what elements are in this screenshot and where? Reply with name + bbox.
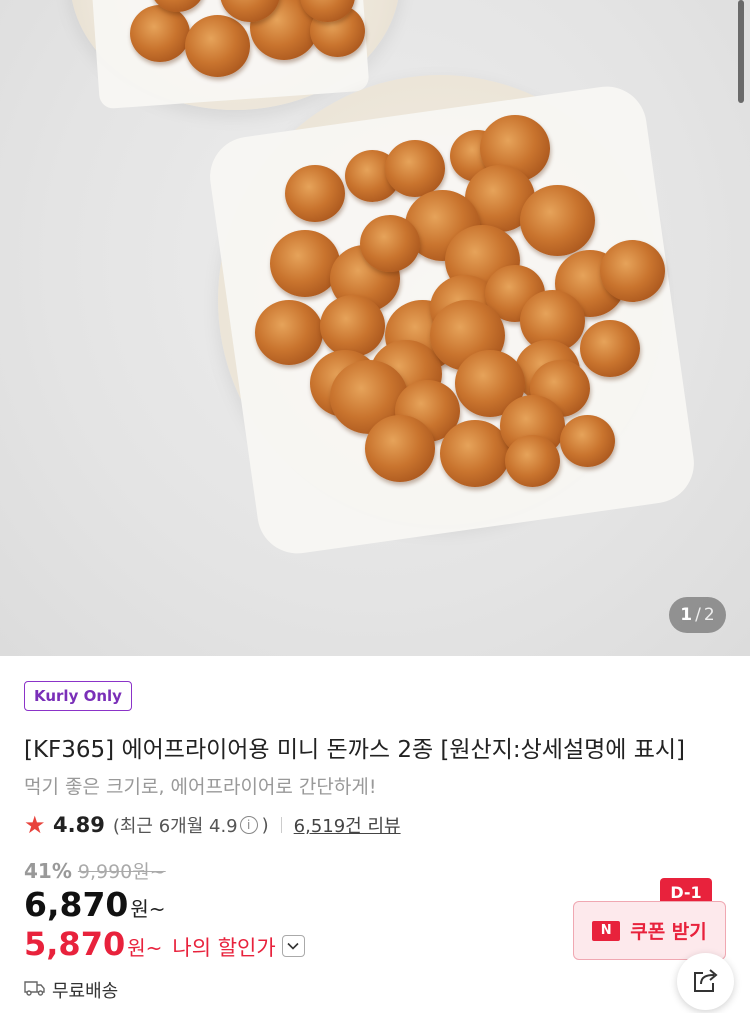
pager-total: 2 — [703, 605, 715, 625]
nugget-decor — [580, 320, 640, 377]
recent-rating-close: ) — [261, 814, 269, 836]
my-price-row[interactable]: 5,870 원~ 나의 할인가 — [24, 925, 305, 963]
nugget-decor — [385, 140, 445, 197]
product-subtitle: 먹기 좋은 크기로, 에어프라이어로 간단하게! — [24, 776, 377, 798]
nugget-decor — [130, 5, 190, 62]
rating-score: 4.89 — [53, 813, 105, 837]
kurly-only-badge: Kurly Only — [24, 681, 132, 711]
current-price: 6,870 — [24, 885, 129, 924]
review-count-link[interactable]: 6,519건 리뷰 — [294, 812, 401, 838]
product-image[interactable]: 1 / 2 — [0, 0, 750, 656]
shipping-label: 무료배송 — [52, 981, 119, 1002]
product-title: [KF365] 에어프라이어용 미니 돈까스 2종 [원산지:상세설명에 표시] — [24, 737, 686, 763]
nugget-decor — [560, 415, 615, 468]
truck-icon — [24, 980, 46, 1001]
nugget-decor — [520, 185, 595, 257]
divider — [280, 817, 282, 833]
my-price-unit: 원~ — [127, 936, 163, 960]
nugget-decor — [285, 165, 345, 222]
rating-row: ★ 4.89 (최근 6개월 4.9 i ) 6,519건 리뷰 — [24, 811, 401, 839]
nugget-decor — [360, 215, 420, 272]
original-price: 9,990원~ — [77, 861, 166, 883]
recent-rating-text: (최근 6개월 4.9 — [112, 816, 238, 837]
share-button[interactable] — [677, 953, 734, 1010]
naver-logo-icon: N — [592, 920, 621, 941]
scrollbar[interactable] — [738, 0, 744, 103]
nugget-decor — [255, 300, 323, 365]
nugget-decor — [600, 240, 665, 302]
share-icon — [692, 967, 720, 997]
nugget-decor — [505, 435, 560, 488]
nugget-decor — [185, 15, 250, 77]
star-icon: ★ — [24, 811, 46, 839]
coupon-label: 쿠폰 받기 — [630, 921, 707, 943]
discount-row: 41% 9,990원~ — [24, 857, 166, 884]
discount-rate: 41% — [24, 859, 72, 883]
pager-current: 1 — [680, 605, 693, 625]
info-icon[interactable]: i — [239, 816, 258, 834]
nugget-decor — [320, 295, 385, 357]
current-price-row: 6,870 원~ — [24, 885, 166, 924]
my-price-label: 나의 할인가 — [172, 936, 276, 960]
nugget-decor — [270, 230, 340, 297]
my-price: 5,870 — [24, 925, 126, 963]
recent-rating: (최근 6개월 4.9 i ) — [113, 812, 269, 838]
chevron-down-icon[interactable] — [281, 935, 305, 957]
nugget-decor — [365, 415, 435, 482]
coupon-button[interactable]: N 쿠폰 받기 — [573, 901, 726, 960]
shipping-info: 무료배송 — [24, 977, 118, 1003]
image-pager: 1 / 2 — [669, 597, 726, 633]
current-price-unit: 원~ — [130, 897, 166, 921]
pager-separator: / — [695, 605, 701, 625]
